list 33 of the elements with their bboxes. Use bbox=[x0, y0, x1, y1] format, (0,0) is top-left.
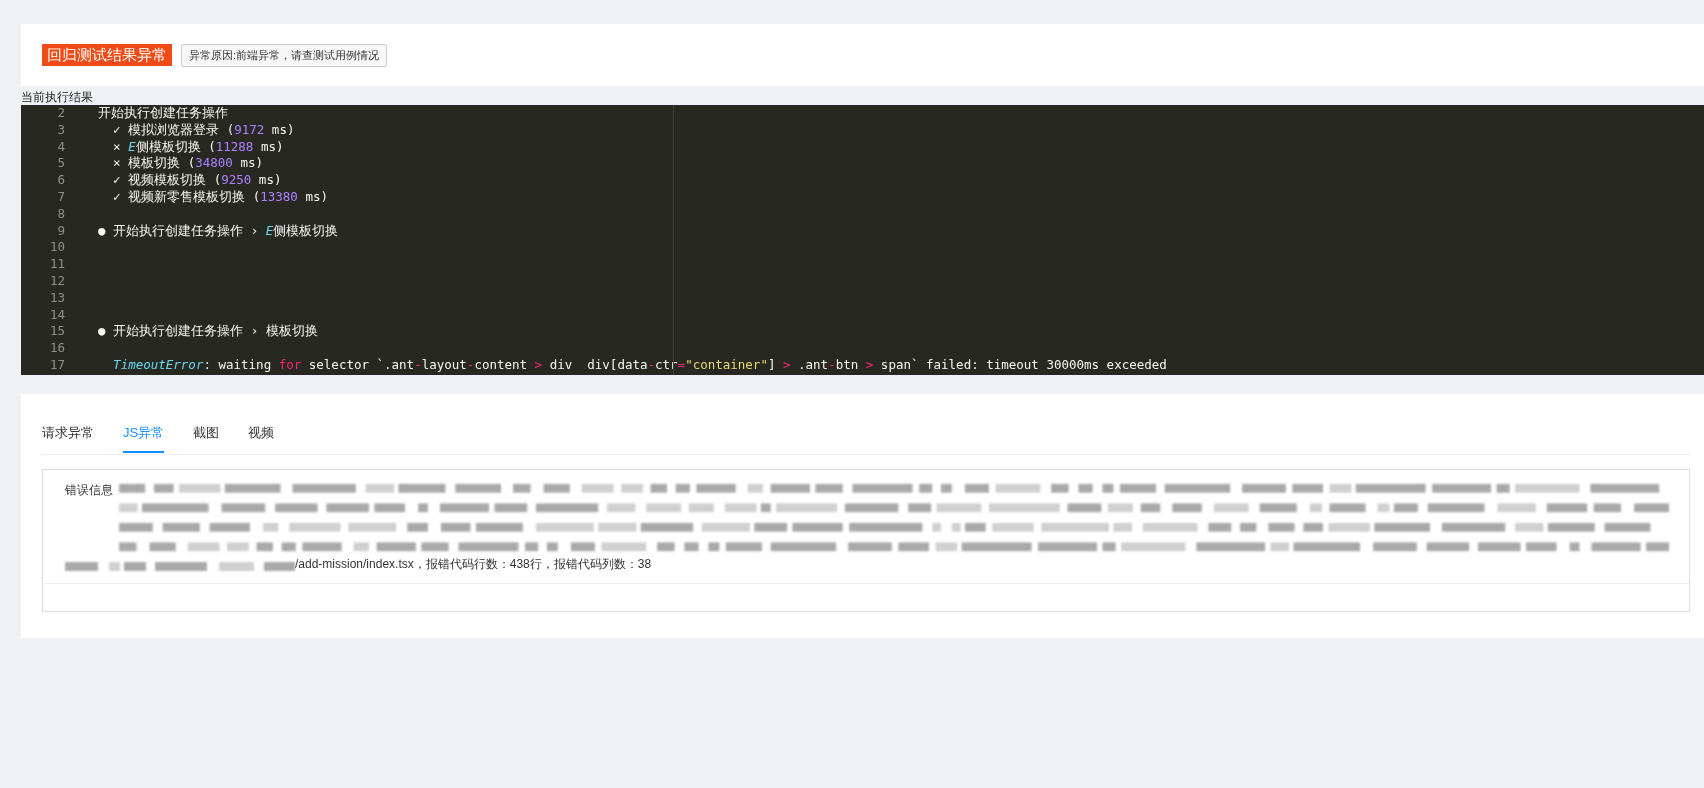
tab[interactable]: 截图 bbox=[193, 422, 220, 453]
code-line: × 模板切换 (34800 ms) bbox=[112, 155, 263, 173]
line-number: 7 bbox=[56, 189, 66, 206]
tab[interactable]: 视频 bbox=[248, 422, 275, 453]
section-title: 当前执行结果 bbox=[20, 89, 94, 105]
code-line: ✓ 视频新零售模板切换 (13380 ms) bbox=[112, 189, 328, 206]
line-number: 9 bbox=[56, 222, 66, 240]
line-number: 12 bbox=[48, 272, 66, 290]
line-number: 16 bbox=[48, 340, 66, 357]
line-number: 15 bbox=[48, 323, 66, 341]
reason-tag: 异常原因:前端异常，请查测试用例情况 bbox=[181, 43, 388, 67]
error-location-text: /add-mission/index.tsx，报错代码行数：438行，报错代码列数：38 bbox=[295, 556, 652, 573]
line-number: 11 bbox=[48, 256, 66, 273]
code-line: × E侧模板切换 (11288 ms) bbox=[112, 138, 284, 156]
line-number: 10 bbox=[48, 239, 66, 257]
code-line: ● 开始执行创建任务操作 › 模板切换 bbox=[97, 323, 318, 341]
field-label: 错误信息 bbox=[65, 482, 113, 499]
line-number: 14 bbox=[48, 306, 66, 324]
line-number: 4 bbox=[56, 138, 66, 156]
tab[interactable]: 请求异常 bbox=[42, 422, 94, 453]
line-number: 2 bbox=[56, 105, 66, 122]
code-line: ✓ 模拟浏览器登录 (9172 ms) bbox=[112, 121, 295, 139]
status-badge: 回归测试结果异常 bbox=[42, 44, 172, 66]
line-number: 5 bbox=[56, 155, 66, 173]
line-number: 6 bbox=[56, 172, 66, 189]
code-line: ● 开始执行创建任务操作 › E侧模板切换 bbox=[97, 222, 339, 240]
code-line: 开始执行创建任务操作 bbox=[97, 105, 229, 122]
line-number: 8 bbox=[56, 205, 66, 223]
line-number: 17 bbox=[48, 356, 66, 374]
code-line: ✓ 视频模板切换 (9250 ms) bbox=[112, 172, 282, 189]
code-line: TimeoutError: waiting for selector `.ant-layout-content > div div[data-ctr="container"] > .ant-btn > span` failed: timeout 30000ms exceeded bbox=[112, 356, 1167, 374]
line-number: 13 bbox=[48, 289, 66, 307]
line-number: 3 bbox=[56, 121, 66, 139]
